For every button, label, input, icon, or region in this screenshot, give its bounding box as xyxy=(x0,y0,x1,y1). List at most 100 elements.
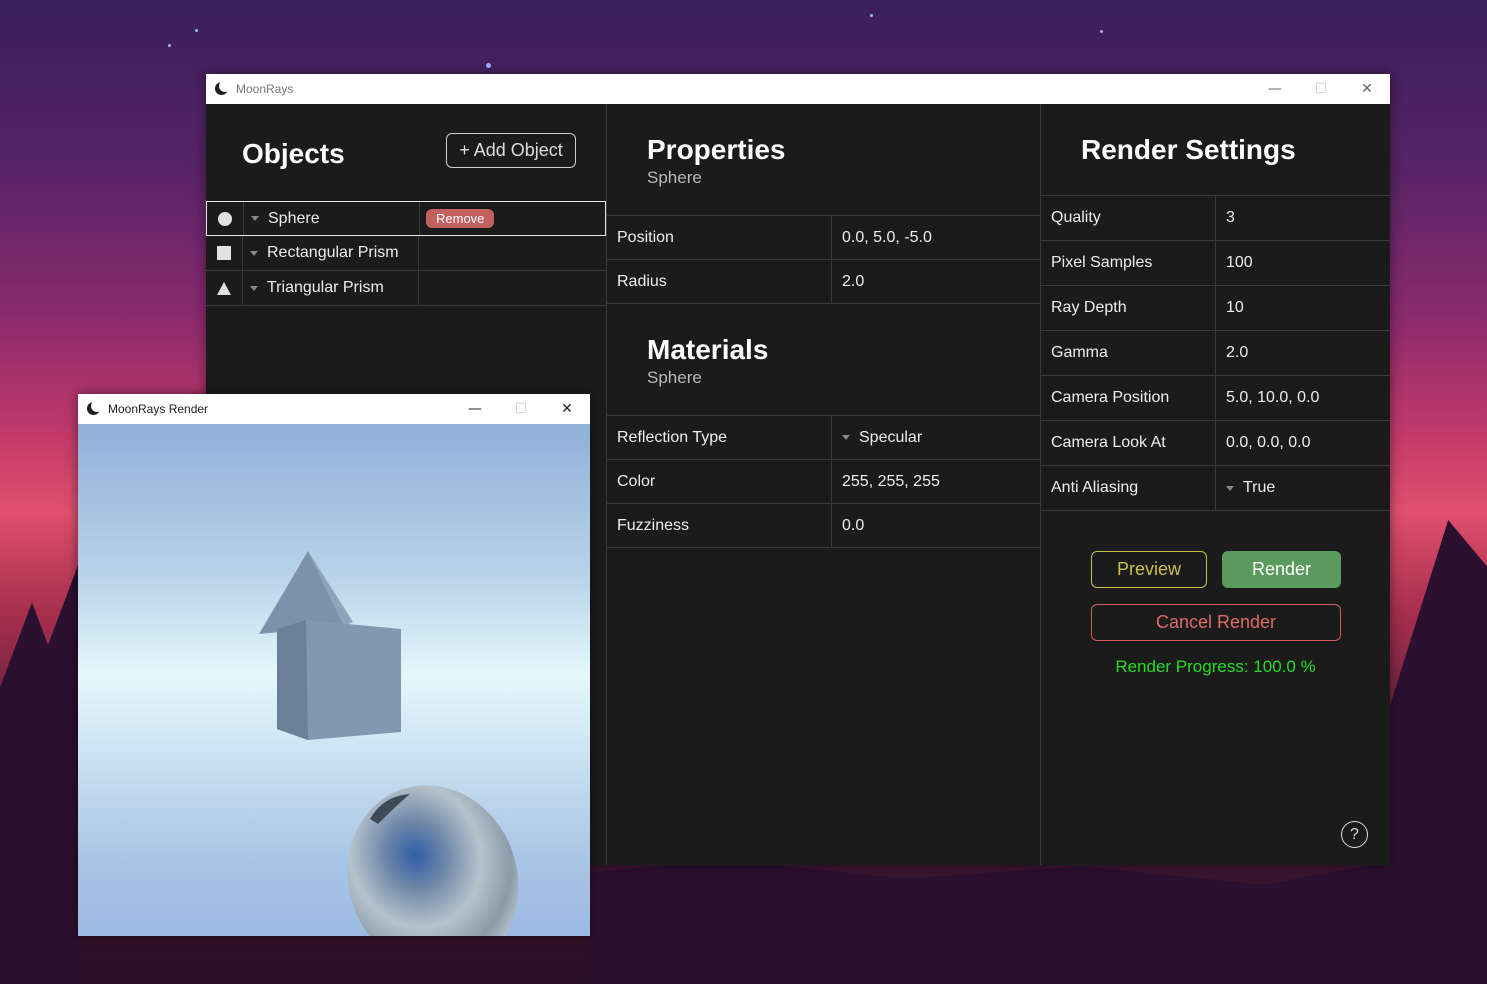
ray-depth-field[interactable]: 10 xyxy=(1216,299,1244,317)
object-row-triangular-prism[interactable]: Triangular Prism xyxy=(206,271,606,306)
setting-row-camera-position: Camera Position 5.0, 10.0, 0.0 xyxy=(1041,376,1390,421)
chevron-down-icon[interactable] xyxy=(251,216,259,221)
cancel-render-button[interactable]: Cancel Render xyxy=(1091,604,1341,641)
reflection-type-value: Specular xyxy=(859,428,923,446)
render-window-title: MoonRays Render xyxy=(108,402,209,416)
window-controls: — ☐ ✕ xyxy=(452,394,590,424)
help-icon[interactable]: ? xyxy=(1341,821,1368,848)
maximize-button[interactable]: ☐ xyxy=(498,394,544,424)
setting-row-ray-depth: Ray Depth 10 xyxy=(1041,286,1390,331)
setting-row-camera-look-at: Camera Look At 0.0, 0.0, 0.0 xyxy=(1041,421,1390,466)
circle-icon xyxy=(218,211,232,226)
position-field[interactable]: 0.0, 5.0, -5.0 xyxy=(832,229,932,247)
object-row-sphere[interactable]: Sphere Remove xyxy=(206,201,606,236)
properties-table: Position 0.0, 5.0, -5.0 Radius 2.0 xyxy=(607,215,1040,304)
desktop-mountain xyxy=(590,860,1487,984)
sphere-shape xyxy=(347,785,519,936)
add-object-button[interactable]: + Add Object xyxy=(446,133,576,168)
radius-field[interactable]: 2.0 xyxy=(832,273,864,291)
render-titlebar[interactable]: MoonRays Render — ☐ ✕ xyxy=(78,394,590,424)
setting-label: Camera Look At xyxy=(1041,421,1216,465)
desktop-star xyxy=(195,29,198,32)
object-name-cell: Triangular Prism xyxy=(243,271,419,305)
properties-subtitle: Sphere xyxy=(647,168,702,187)
render-output-image xyxy=(78,424,590,936)
object-name: Triangular Prism xyxy=(267,279,384,296)
objects-title: Objects xyxy=(242,138,345,169)
reflection-type-select[interactable]: Specular xyxy=(832,429,922,447)
desktop-mountain xyxy=(0,560,80,984)
chevron-down-icon[interactable] xyxy=(250,250,258,256)
camera-look-at-field[interactable]: 0.0, 0.0, 0.0 xyxy=(1216,434,1311,452)
setting-label: Gamma xyxy=(1041,331,1216,375)
material-label: Color xyxy=(607,460,832,503)
setting-label: Anti Aliasing xyxy=(1041,466,1216,510)
moon-icon xyxy=(87,400,103,416)
render-settings-panel: Render Settings Quality 3 Pixel Samples … xyxy=(1041,104,1390,865)
property-label: Radius xyxy=(607,260,832,303)
setting-row-anti-aliasing: Anti Aliasing True xyxy=(1041,466,1390,511)
chevron-down-icon xyxy=(842,435,850,440)
maximize-button[interactable]: ☐ xyxy=(1298,74,1344,104)
materials-header: Materials Sphere xyxy=(647,334,768,388)
desktop-star xyxy=(1100,30,1103,33)
camera-position-field[interactable]: 5.0, 10.0, 0.0 xyxy=(1216,389,1319,407)
desktop-star xyxy=(168,44,171,47)
object-list: Sphere Remove Rectangular Prism Triangul… xyxy=(206,201,606,306)
chevron-down-icon[interactable] xyxy=(250,285,258,291)
object-name-cell: Sphere xyxy=(244,202,420,235)
window-title: MoonRays xyxy=(236,82,294,96)
material-label: Reflection Type xyxy=(607,416,832,459)
minimize-button[interactable]: — xyxy=(1252,74,1298,104)
material-row-color: Color 255, 255, 255 xyxy=(607,460,1040,504)
render-button[interactable]: Render xyxy=(1222,551,1341,588)
material-label: Fuzziness xyxy=(607,504,832,547)
rectangular-prism-shape xyxy=(277,620,308,740)
color-field[interactable]: 255, 255, 255 xyxy=(832,473,940,491)
desktop-star xyxy=(486,63,491,68)
object-name-cell: Rectangular Prism xyxy=(243,236,419,270)
close-button[interactable]: ✕ xyxy=(544,394,590,424)
chevron-down-icon xyxy=(1226,485,1234,491)
moon-icon xyxy=(215,80,231,96)
object-name: Sphere xyxy=(268,209,320,227)
setting-label: Pixel Samples xyxy=(1041,241,1216,285)
render-settings-title: Render Settings xyxy=(1081,134,1296,165)
object-icon-cell xyxy=(206,271,243,305)
window-controls: — ☐ ✕ xyxy=(1252,74,1390,104)
object-row-rectangular-prism[interactable]: Rectangular Prism xyxy=(206,236,606,271)
render-settings-table: Quality 3 Pixel Samples 100 Ray Depth 10… xyxy=(1041,195,1390,511)
triangle-icon xyxy=(217,281,231,295)
anti-aliasing-select[interactable]: True xyxy=(1216,479,1275,497)
pixel-samples-field[interactable]: 100 xyxy=(1216,254,1253,272)
close-button[interactable]: ✕ xyxy=(1344,74,1390,104)
material-row-reflection-type: Reflection Type Specular xyxy=(607,416,1040,460)
fuzziness-field[interactable]: 0.0 xyxy=(832,517,864,535)
gamma-field[interactable]: 2.0 xyxy=(1216,344,1248,362)
desktop-star xyxy=(870,14,873,17)
render-window: MoonRays Render — ☐ ✕ xyxy=(78,394,590,936)
setting-row-gamma: Gamma 2.0 xyxy=(1041,331,1390,376)
quality-field[interactable]: 3 xyxy=(1216,209,1235,227)
object-icon-cell xyxy=(207,202,244,235)
minimize-button[interactable]: — xyxy=(452,394,498,424)
setting-row-quality: Quality 3 xyxy=(1041,196,1390,241)
setting-row-pixel-samples: Pixel Samples 100 xyxy=(1041,241,1390,286)
square-icon xyxy=(217,246,231,260)
render-progress-text: Render Progress: 100.0 % xyxy=(1115,657,1316,676)
remove-button[interactable]: Remove xyxy=(426,209,495,228)
material-row-fuzziness: Fuzziness 0.0 xyxy=(607,504,1040,548)
property-row-position: Position 0.0, 5.0, -5.0 xyxy=(607,216,1040,260)
rendered-scene xyxy=(259,551,519,936)
property-label: Position xyxy=(607,216,832,259)
desktop-mountain xyxy=(1390,520,1487,984)
setting-label: Ray Depth xyxy=(1041,286,1216,330)
preview-button[interactable]: Preview xyxy=(1091,551,1207,588)
object-icon-cell xyxy=(206,236,243,270)
setting-label: Camera Position xyxy=(1041,376,1216,420)
main-titlebar[interactable]: MoonRays — ☐ ✕ xyxy=(206,74,1390,104)
properties-panel: Properties Sphere Position 0.0, 5.0, -5.… xyxy=(607,104,1041,865)
properties-title: Properties xyxy=(647,134,786,165)
object-name: Rectangular Prism xyxy=(267,244,399,261)
properties-header: Properties Sphere xyxy=(647,134,786,188)
